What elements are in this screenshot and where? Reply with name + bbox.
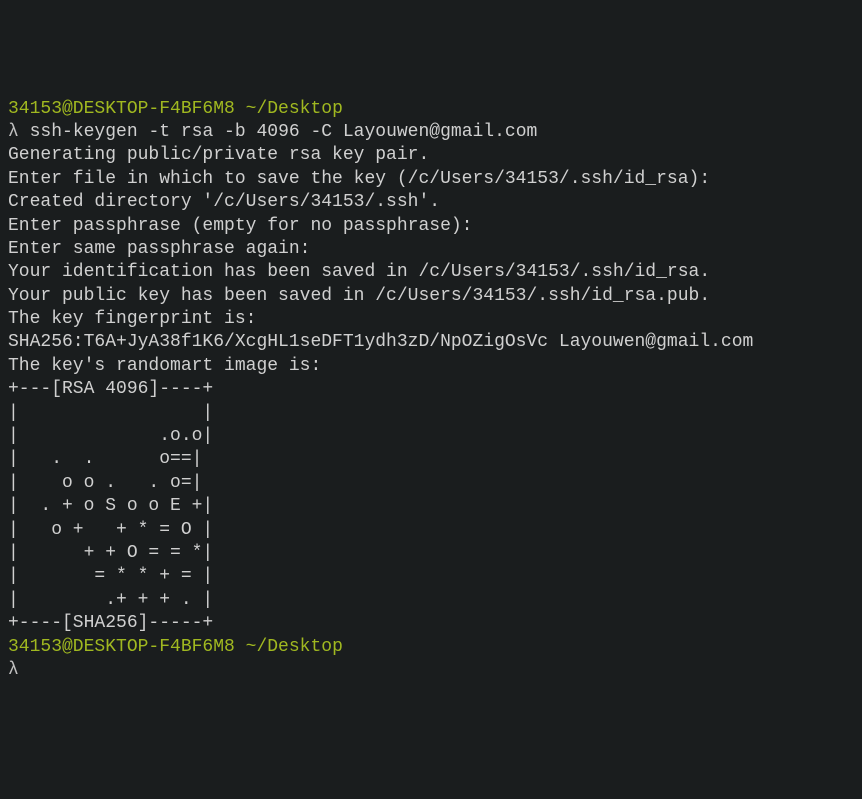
terminal-window[interactable]: 34153@DESKTOP-F4BF6M8 ~/Desktopλ ssh-key… <box>8 98 854 683</box>
output-line: Created directory '/c/Users/34153/.ssh'. <box>8 191 854 214</box>
randomart-line: | .+ + + . | <box>8 589 854 612</box>
command-line-1: λ ssh-keygen -t rsa -b 4096 -C Layouwen@… <box>8 121 854 144</box>
randomart-line: +----[SHA256]-----+ <box>8 612 854 635</box>
output-line: Enter file in which to save the key (/c/… <box>8 168 854 191</box>
output-line: The key fingerprint is: <box>8 308 854 331</box>
user-host: 34153@DESKTOP-F4BF6M8 <box>8 99 235 119</box>
randomart-line: | . . o==| <box>8 448 854 471</box>
randomart-line: +---[RSA 4096]----+ <box>8 378 854 401</box>
output-line: SHA256:T6A+JyA38f1K6/XcgHL1seDFT1ydh3zD/… <box>8 331 854 354</box>
current-path: ~/Desktop <box>246 99 343 119</box>
prompt-line-2: 34153@DESKTOP-F4BF6M8 ~/Desktop <box>8 636 854 659</box>
output-line: The key's randomart image is: <box>8 355 854 378</box>
current-path: ~/Desktop <box>246 637 343 657</box>
randomart-line: | .o.o| <box>8 425 854 448</box>
output-line: Generating public/private rsa key pair. <box>8 144 854 167</box>
randomart-line: | o o . . o=| <box>8 472 854 495</box>
randomart-line: | | <box>8 402 854 425</box>
randomart-line: | + + O = = *| <box>8 542 854 565</box>
output-line: Your identification has been saved in /c… <box>8 261 854 284</box>
user-host: 34153@DESKTOP-F4BF6M8 <box>8 637 235 657</box>
lambda-prompt: λ <box>8 660 19 680</box>
output-line: Your public key has been saved in /c/Use… <box>8 285 854 308</box>
prompt-line-1: 34153@DESKTOP-F4BF6M8 ~/Desktop <box>8 98 854 121</box>
randomart-line: | . + o S o o E +| <box>8 495 854 518</box>
lambda-prompt: λ <box>8 122 19 142</box>
randomart-line: | = * * + = | <box>8 565 854 588</box>
output-line: Enter passphrase (empty for no passphras… <box>8 215 854 238</box>
output-line: Enter same passphrase again: <box>8 238 854 261</box>
command-line-2[interactable]: λ <box>8 659 854 682</box>
command-text: ssh-keygen -t rsa -b 4096 -C Layouwen@gm… <box>30 122 538 142</box>
randomart-line: | o + + * = O | <box>8 519 854 542</box>
